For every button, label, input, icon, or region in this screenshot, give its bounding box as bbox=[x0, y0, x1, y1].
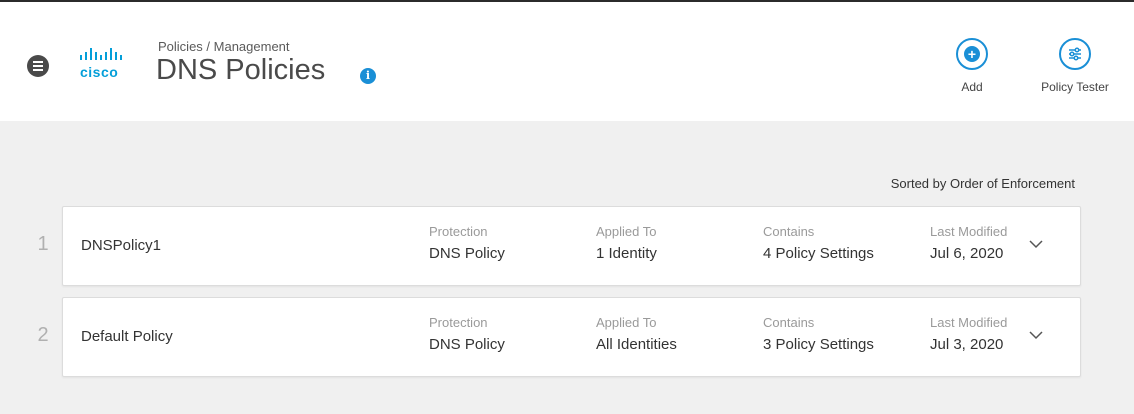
protection-heading: Protection bbox=[429, 224, 488, 239]
breadcrumb: Policies / Management bbox=[158, 39, 290, 54]
applied-to-column: Applied To 1 Identity bbox=[596, 224, 657, 262]
policy-order-number: 2 bbox=[37, 324, 49, 346]
policy-order-number: 1 bbox=[37, 233, 49, 255]
policy-tester-label: Policy Tester bbox=[1041, 80, 1109, 94]
last-modified-column: Last Modified Jul 6, 2020 bbox=[930, 224, 1007, 262]
applied-to-heading: Applied To bbox=[596, 224, 657, 239]
protection-column: Protection DNS Policy bbox=[429, 315, 505, 353]
policy-name[interactable]: Default Policy bbox=[81, 328, 173, 345]
add-label: Add bbox=[961, 80, 983, 94]
sort-order-label: Sorted by Order of Enforcement bbox=[890, 176, 1075, 191]
cisco-logo[interactable]: cisco bbox=[78, 47, 138, 83]
contains-column: Contains 3 Policy Settings bbox=[763, 315, 874, 353]
applied-to-value: All Identities bbox=[596, 336, 677, 353]
contains-heading: Contains bbox=[763, 315, 815, 330]
protection-value: DNS Policy bbox=[429, 336, 505, 353]
contains-heading: Contains bbox=[763, 224, 815, 239]
applied-to-value: 1 Identity bbox=[596, 245, 657, 262]
chevron-down-icon[interactable] bbox=[1029, 239, 1043, 249]
contains-column: Contains 4 Policy Settings bbox=[763, 224, 874, 262]
add-button[interactable]: + Add bbox=[950, 38, 994, 94]
page-header: cisco Policies / Management DNS Policies… bbox=[0, 2, 1134, 121]
cisco-bars-icon bbox=[80, 48, 122, 60]
last-modified-value: Jul 3, 2020 bbox=[930, 336, 1004, 353]
policy-tester-button[interactable]: Policy Tester bbox=[1032, 38, 1118, 94]
cisco-wordmark: cisco bbox=[80, 64, 119, 80]
last-modified-heading: Last Modified bbox=[930, 224, 1008, 239]
plus-icon: + bbox=[964, 46, 980, 62]
page-title: DNS Policies bbox=[156, 54, 326, 86]
add-circle-icon: + bbox=[956, 38, 988, 70]
last-modified-column: Last Modified Jul 3, 2020 bbox=[930, 315, 1007, 353]
applied-to-column: Applied To All Identities bbox=[596, 315, 677, 353]
hamburger-menu-icon[interactable] bbox=[27, 55, 49, 77]
sliders-icon bbox=[1059, 38, 1091, 70]
protection-value: DNS Policy bbox=[429, 245, 505, 262]
contains-value: 4 Policy Settings bbox=[763, 245, 874, 262]
policy-name[interactable]: DNSPolicy1 bbox=[81, 237, 161, 254]
info-icon[interactable]: i bbox=[360, 68, 376, 84]
protection-heading: Protection bbox=[429, 315, 488, 330]
applied-to-heading: Applied To bbox=[596, 315, 657, 330]
contains-value: 3 Policy Settings bbox=[763, 336, 874, 353]
chevron-down-icon[interactable] bbox=[1029, 330, 1043, 340]
last-modified-value: Jul 6, 2020 bbox=[930, 245, 1004, 262]
last-modified-heading: Last Modified bbox=[930, 315, 1008, 330]
policy-row[interactable]: DNSPolicy1 Protection DNS Policy Applied… bbox=[62, 206, 1081, 286]
policy-row[interactable]: Default Policy Protection DNS Policy App… bbox=[62, 297, 1081, 377]
protection-column: Protection DNS Policy bbox=[429, 224, 505, 262]
